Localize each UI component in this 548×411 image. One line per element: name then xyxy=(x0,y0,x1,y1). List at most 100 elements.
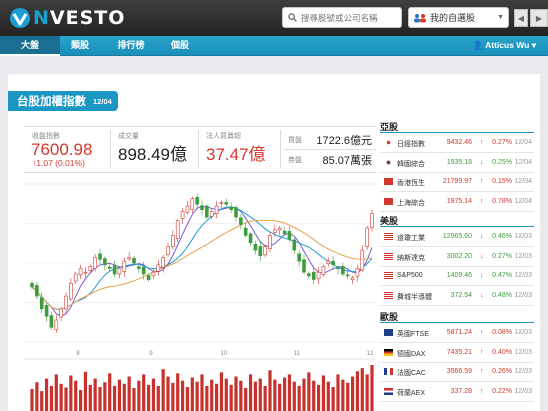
market-row[interactable]: 道瓊工業 12965.60 ↓ 0.46% 12/03 xyxy=(380,228,534,247)
flag-fr-icon xyxy=(384,368,393,375)
volume-bar xyxy=(229,384,233,411)
candle-body xyxy=(175,220,180,239)
market-row[interactable]: 日經指數 9432.46 ↑ 0.27% 12/04 xyxy=(380,134,534,153)
volume-bar xyxy=(40,391,44,411)
candle-body xyxy=(54,319,59,330)
volume-bar xyxy=(278,383,282,411)
search-box[interactable] xyxy=(282,7,402,28)
candle-body xyxy=(69,282,73,300)
candle-body xyxy=(365,227,369,247)
market-row[interactable]: 香港恆生 21799.97 ↑ 0.15% 12/04 xyxy=(380,173,534,192)
volume-bar xyxy=(253,381,258,411)
user-menu[interactable]: 👤 Atticus Wu ▾ xyxy=(472,36,536,55)
volume-bar xyxy=(210,379,214,411)
users-icon xyxy=(414,13,426,22)
volume-bar xyxy=(98,386,102,411)
stats-divider xyxy=(280,130,281,168)
market-date: 12/03 xyxy=(514,272,532,279)
arrow-up-icon: ↑ xyxy=(480,178,484,185)
next-button[interactable]: ▶ xyxy=(530,9,548,27)
candle-body xyxy=(248,233,253,244)
market-price: 3002.20 xyxy=(446,252,472,260)
main-nav: 大盤 類股 排行榜 個股 👤 Atticus Wu ▾ xyxy=(0,36,548,56)
market-price: 21799.97 xyxy=(442,178,472,185)
market-percent: 0.08% xyxy=(492,329,512,336)
market-date: 12/03 xyxy=(514,348,532,356)
volume-value: 898.49億 xyxy=(118,145,187,164)
market-date: 12/03 xyxy=(514,291,532,299)
market-percent: 0.15% xyxy=(492,178,512,185)
sell-value: 85.07萬張 xyxy=(322,155,372,167)
x-tick-label: 9 xyxy=(149,351,153,357)
market-row[interactable]: 法國CAC 3566.59 ↑ 0.26% 12/03 xyxy=(380,363,534,382)
chevron-left-icon: ◀ xyxy=(517,13,525,23)
market-date: 12/03 xyxy=(514,233,532,240)
user-icon: 👤 xyxy=(472,40,486,50)
volume-bar xyxy=(44,378,49,411)
prev-button[interactable]: ◀ xyxy=(514,9,528,27)
watchlist-dropdown[interactable]: 我的自選股 ▼ xyxy=(408,7,509,28)
volume-bar xyxy=(287,374,292,411)
candle-body xyxy=(151,271,156,277)
candle-body xyxy=(292,239,297,251)
volume-bar xyxy=(78,390,83,411)
volume-bar xyxy=(195,381,199,411)
logo[interactable]: NVESTO xyxy=(9,6,125,30)
candle-body xyxy=(253,243,258,251)
volume-bar xyxy=(239,380,243,411)
volume-bar xyxy=(103,382,107,411)
candle-body xyxy=(59,308,63,318)
candle-body xyxy=(370,213,374,228)
buy-value: 1722.6億元 xyxy=(316,135,372,147)
market-price: 12965.60 xyxy=(442,233,472,240)
volume-bar xyxy=(185,386,190,411)
market-row[interactable]: 荷蘭AEX 337.28 ↑ 0.22% 12/03 xyxy=(380,383,534,402)
volume-bar xyxy=(54,374,58,411)
volume-bar xyxy=(316,384,321,411)
market-row[interactable]: 英國FTSE 5871.24 ↑ 0.08% 12/03 xyxy=(380,324,534,343)
candle-body xyxy=(107,266,112,269)
region-rule xyxy=(380,132,534,133)
volume-bar xyxy=(161,369,165,411)
market-row[interactable]: 上海綜合 1975.14 ↑ 0.78% 12/04 xyxy=(380,193,534,212)
search-input[interactable] xyxy=(301,12,393,23)
candle-body xyxy=(146,275,151,280)
tab-market[interactable]: 大盤 xyxy=(0,36,60,56)
market-name: S&P500 xyxy=(397,272,423,279)
market-row[interactable]: 納斯達克 3002.20 ↓ 0.27% 12/03 xyxy=(380,248,534,267)
volume-bar xyxy=(268,370,272,411)
index-candlestick-chart[interactable]: 8 9 10 11 12 xyxy=(24,176,376,411)
tab-sectors[interactable]: 類股 xyxy=(60,36,100,56)
chevron-down-icon: ▾ xyxy=(529,40,536,50)
chevron-right-icon: ▶ xyxy=(535,13,543,23)
logo-text-rest: VESTO xyxy=(49,7,126,29)
user-name: Atticus Wu xyxy=(485,40,530,50)
volume-bar xyxy=(214,383,219,411)
close-value: 7600.98 xyxy=(31,140,93,159)
arrow-down-icon: ↓ xyxy=(480,291,484,299)
volume-bar xyxy=(292,381,296,411)
market-price: 337.28 xyxy=(450,387,472,395)
market-percent: 0.48% xyxy=(492,291,512,299)
candle-body xyxy=(78,268,83,276)
candle-body xyxy=(180,211,185,219)
market-row[interactable]: S&P500 1409.46 ↓ 0.47% 12/03 xyxy=(380,267,534,286)
market-name: 英國FTSE xyxy=(397,331,429,338)
market-row[interactable]: 德國DAX 7435.21 ↑ 0.40% 12/03 xyxy=(380,344,534,363)
volume-bar xyxy=(282,377,287,411)
market-price: 1975.14 xyxy=(446,197,472,205)
market-percent: 0.46% xyxy=(492,233,512,240)
tab-stocks[interactable]: 個股 xyxy=(160,36,200,56)
logo-text: NVESTO xyxy=(33,7,126,29)
volume-bar xyxy=(346,382,350,411)
volume-bar xyxy=(83,371,88,411)
tab-rankings[interactable]: 排行榜 xyxy=(108,36,154,56)
market-row[interactable]: 韓國綜合 1935.18 ↓ 0.25% 12/04 xyxy=(380,154,534,173)
region-rule xyxy=(380,322,534,323)
market-date: 12/04 xyxy=(514,178,532,185)
volume-bar xyxy=(59,383,63,411)
index-title-ribbon: 台股加權指數 12/04 xyxy=(8,91,118,111)
volume-bar xyxy=(234,376,238,411)
candle-body xyxy=(112,265,117,275)
market-row[interactable]: 費城半導體 372.54 ↓ 0.48% 12/03 xyxy=(380,287,534,306)
